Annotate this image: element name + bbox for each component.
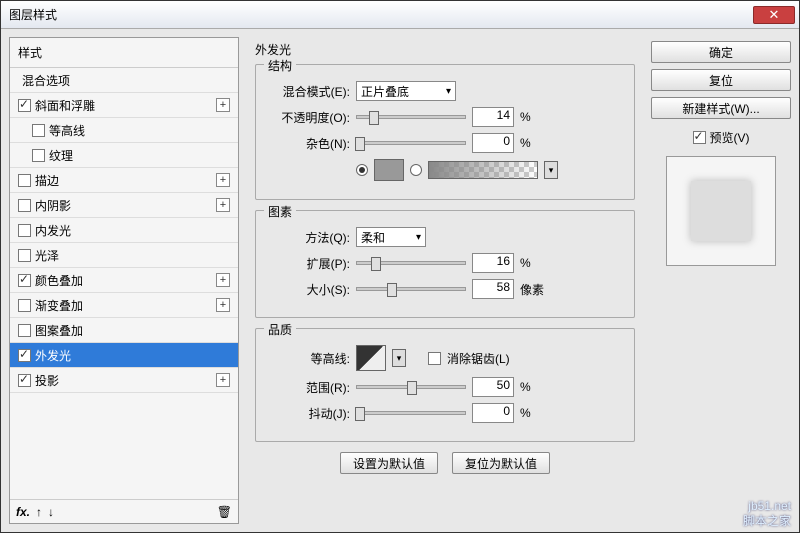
blending-options[interactable]: 混合选项 — [10, 68, 238, 93]
size-input[interactable]: 58 — [472, 279, 514, 299]
preview-swatch — [691, 181, 751, 241]
window-title: 图层样式 — [5, 6, 753, 23]
noise-slider[interactable] — [356, 141, 466, 145]
style-outer-glow[interactable]: 外发光 — [10, 343, 238, 368]
trash-icon[interactable]: 🗑 — [217, 505, 232, 519]
action-panel: 确定 复位 新建样式(W)... 预览(V) — [651, 37, 791, 524]
reset-default-button[interactable]: 复位为默认值 — [452, 452, 550, 474]
spread-label: 扩展(P): — [268, 255, 350, 272]
contour-label: 等高线: — [268, 350, 350, 367]
slider-thumb[interactable] — [407, 381, 417, 395]
color-swatch[interactable] — [374, 159, 404, 181]
noise-input[interactable]: 0 — [472, 133, 514, 153]
add-icon[interactable]: + — [216, 198, 230, 212]
checkbox[interactable] — [18, 299, 31, 312]
opacity-input[interactable]: 14 — [472, 107, 514, 127]
arrow-up-icon[interactable]: ↑ — [36, 505, 42, 519]
preview-checkbox[interactable] — [693, 131, 706, 144]
styles-header: 样式 — [10, 38, 238, 68]
style-stroke[interactable]: 描边+ — [10, 168, 238, 193]
add-icon[interactable]: + — [216, 98, 230, 112]
range-label: 范围(R): — [268, 379, 350, 396]
preview-box — [666, 156, 776, 266]
style-bevel[interactable]: 斜面和浮雕+ — [10, 93, 238, 118]
style-contour[interactable]: 等高线 — [10, 118, 238, 143]
range-input[interactable]: 50 — [472, 377, 514, 397]
slider-thumb[interactable] — [387, 283, 397, 297]
style-pattern-overlay[interactable]: 图案叠加 — [10, 318, 238, 343]
checkbox[interactable] — [18, 174, 31, 187]
group-elements: 图素 方法(Q): 柔和 扩展(P): 16 % 大小(S): 58 像素 — [255, 210, 635, 318]
add-icon[interactable]: + — [216, 173, 230, 187]
blend-mode-select[interactable]: 正片叠底 — [356, 81, 456, 101]
spread-slider[interactable] — [356, 261, 466, 265]
checkbox[interactable] — [18, 199, 31, 212]
style-drop-shadow[interactable]: 投影+ — [10, 368, 238, 393]
technique-label: 方法(Q): — [268, 229, 350, 246]
contour-picker[interactable] — [356, 345, 386, 371]
jitter-label: 抖动(J): — [268, 405, 350, 422]
gradient-dropdown-icon[interactable]: ▾ — [544, 161, 558, 179]
opacity-slider[interactable] — [356, 115, 466, 119]
checkbox[interactable] — [18, 374, 31, 387]
checkbox[interactable] — [18, 249, 31, 262]
style-inner-glow[interactable]: 内发光 — [10, 218, 238, 243]
group-structure: 结构 混合模式(E): 正片叠底 不透明度(O): 14 % 杂色(N): 0 … — [255, 64, 635, 200]
size-label: 大小(S): — [268, 281, 350, 298]
add-icon[interactable]: + — [216, 273, 230, 287]
checkbox[interactable] — [18, 99, 31, 112]
ok-button[interactable]: 确定 — [651, 41, 791, 63]
titlebar[interactable]: 图层样式 ✕ — [1, 1, 799, 29]
style-satin[interactable]: 光泽 — [10, 243, 238, 268]
preview-label: 预览(V) — [710, 129, 750, 146]
opacity-label: 不透明度(O): — [268, 109, 350, 126]
gradient-radio[interactable] — [410, 164, 422, 176]
styles-panel: 样式 混合选项 斜面和浮雕+ 等高线 纹理 描边+ 内阴影+ 内发光 光泽 颜色… — [9, 37, 239, 524]
checkbox[interactable] — [18, 224, 31, 237]
anti-alias-checkbox[interactable] — [428, 352, 441, 365]
jitter-slider[interactable] — [356, 411, 466, 415]
style-texture[interactable]: 纹理 — [10, 143, 238, 168]
new-style-button[interactable]: 新建样式(W)... — [651, 97, 791, 119]
color-radio[interactable] — [356, 164, 368, 176]
slider-thumb[interactable] — [369, 111, 379, 125]
technique-select[interactable]: 柔和 — [356, 227, 426, 247]
jitter-input[interactable]: 0 — [472, 403, 514, 423]
settings-panel: 外发光 结构 混合模式(E): 正片叠底 不透明度(O): 14 % 杂色(N)… — [247, 37, 643, 524]
make-default-button[interactable]: 设置为默认值 — [340, 452, 438, 474]
gradient-swatch[interactable] — [428, 161, 538, 179]
slider-thumb[interactable] — [355, 407, 365, 421]
style-inner-shadow[interactable]: 内阴影+ — [10, 193, 238, 218]
fx-icon[interactable]: fx. — [16, 505, 30, 519]
styles-footer: fx. ↑ ↓ 🗑 — [10, 499, 238, 523]
checkbox[interactable] — [18, 349, 31, 362]
slider-thumb[interactable] — [371, 257, 381, 271]
blend-mode-label: 混合模式(E): — [268, 83, 350, 100]
section-outer-glow: 外发光 — [255, 41, 635, 58]
style-color-overlay[interactable]: 颜色叠加+ — [10, 268, 238, 293]
arrow-down-icon[interactable]: ↓ — [48, 505, 54, 519]
range-slider[interactable] — [356, 385, 466, 389]
contour-dropdown-icon[interactable]: ▾ — [392, 349, 406, 367]
styles-list: 混合选项 斜面和浮雕+ 等高线 纹理 描边+ 内阴影+ 内发光 光泽 颜色叠加+… — [10, 68, 238, 499]
add-icon[interactable]: + — [216, 298, 230, 312]
add-icon[interactable]: + — [216, 373, 230, 387]
group-quality: 品质 等高线: ▾ 消除锯齿(L) 范围(R): 50 % 抖动(J): — [255, 328, 635, 442]
spread-input[interactable]: 16 — [472, 253, 514, 273]
reset-button[interactable]: 复位 — [651, 69, 791, 91]
checkbox[interactable] — [32, 124, 45, 137]
watermark: jb51.net 脚本之家 — [743, 499, 791, 528]
style-gradient-overlay[interactable]: 渐变叠加+ — [10, 293, 238, 318]
checkbox[interactable] — [18, 324, 31, 337]
size-slider[interactable] — [356, 287, 466, 291]
checkbox[interactable] — [32, 149, 45, 162]
checkbox[interactable] — [18, 274, 31, 287]
noise-label: 杂色(N): — [268, 135, 350, 152]
layer-style-dialog: 图层样式 ✕ 样式 混合选项 斜面和浮雕+ 等高线 纹理 描边+ 内阴影+ 内发… — [0, 0, 800, 533]
slider-thumb[interactable] — [355, 137, 365, 151]
close-button[interactable]: ✕ — [753, 6, 795, 24]
anti-alias-label: 消除锯齿(L) — [447, 350, 510, 367]
